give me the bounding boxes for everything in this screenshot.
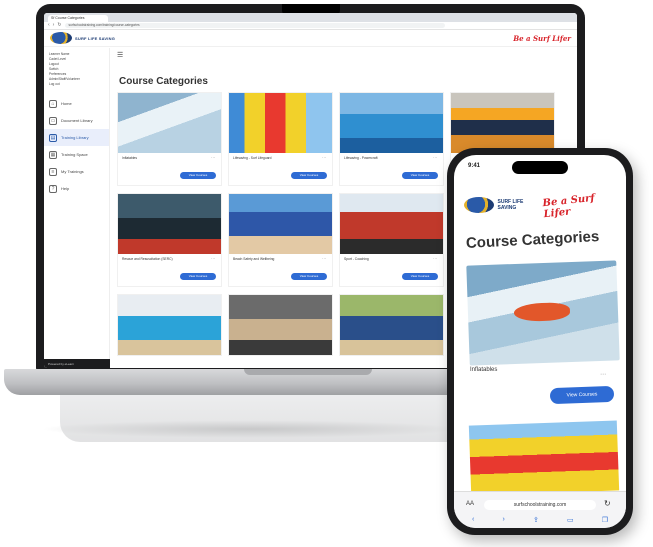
sidebar-item-home[interactable]: ⌂ Home <box>44 95 109 112</box>
phone: 9:41 SURF LIFE SAVING Be a Surf Lifer Co… <box>447 148 633 535</box>
category-card[interactable]: Sport - Coaching ⋯ View Courses <box>340 194 443 286</box>
library-icon: ▤ <box>49 133 57 142</box>
category-image[interactable] <box>229 295 332 355</box>
phone-page-title: Course Categories <box>465 228 600 252</box>
category-name: Lifesaving - Powercraft <box>344 156 378 160</box>
phone-address-field[interactable]: surfschoolstraining.com <box>484 500 596 510</box>
more-options-icon[interactable]: ⋯ <box>211 256 215 261</box>
category-image[interactable] <box>229 194 332 254</box>
category-image[interactable] <box>466 260 620 366</box>
home-icon: ⌂ <box>49 99 57 108</box>
bookmarks-icon[interactable]: ▭ <box>567 516 574 524</box>
view-courses-button[interactable]: View Courses <box>402 273 438 280</box>
phone-toolbar: ‹ › ⇪ ▭ ❐ <box>472 516 608 524</box>
sidebar-item-label: My Trainings <box>61 169 84 174</box>
sidebar-item-my-trainings[interactable]: ≡ My Trainings <box>44 163 109 180</box>
category-name: Lifesaving - Surf Lifeguard <box>233 156 272 160</box>
brand-name: SURF LIFE SAVING <box>497 199 524 211</box>
browser-address-bar: ‹ › ↻ surfschoolstraining.com/training/c… <box>44 22 577 30</box>
reload-icon[interactable]: ↻ <box>604 499 611 508</box>
brand-logo[interactable] <box>464 197 494 213</box>
more-options-icon[interactable]: ⋯ <box>600 371 606 378</box>
category-image[interactable] <box>451 93 554 153</box>
brand-tagline: Be a Surf Lifer <box>513 33 571 43</box>
url-field[interactable]: surfschoolstraining.com/training/course-… <box>64 23 445 28</box>
category-image[interactable] <box>118 295 221 355</box>
category-card[interactable]: Lifesaving - Powercraft ⋯ View Courses <box>340 93 443 185</box>
tabs-icon[interactable]: ❐ <box>602 516 608 524</box>
laptop-opening-groove <box>244 369 372 375</box>
category-name: Sport - Coaching <box>344 257 369 261</box>
page-title: Course Categories <box>119 76 208 87</box>
phone-screen: 9:41 SURF LIFE SAVING Be a Surf Lifer Co… <box>454 155 626 528</box>
back-icon[interactable]: ‹ <box>48 23 50 28</box>
category-image[interactable] <box>118 194 221 254</box>
phone-browser-bar: AA surfschoolstraining.com ↻ ‹ › ⇪ ▭ ❐ <box>454 491 626 528</box>
sidebar-footer: Powered by eLearn <box>44 359 110 368</box>
sidebar: Learner Name Cadet Level Logout Switch P… <box>44 48 110 368</box>
sidebar-item-document-library[interactable]: ▭ Document Library <box>44 112 109 129</box>
calendar-icon: ▦ <box>49 150 57 159</box>
sidebar-item-training-library[interactable]: ▤ Training Library <box>44 129 109 146</box>
view-courses-button[interactable]: View Courses <box>180 172 216 179</box>
reader-settings-button[interactable]: AA <box>466 501 474 507</box>
more-options-icon[interactable]: ⋯ <box>322 155 326 160</box>
reload-icon[interactable]: ↻ <box>57 23 61 28</box>
view-courses-button[interactable]: View Courses <box>402 172 438 179</box>
category-card[interactable]: Lifesaving - Surf Lifeguard ⋯ View Cours… <box>229 93 332 185</box>
category-card[interactable]: Inflatables ⋯ View Courses <box>118 93 221 185</box>
app-header: SURF LIFE SAVING Be a Surf Lifer <box>44 30 577 47</box>
view-courses-button[interactable]: View Courses <box>291 273 327 280</box>
category-image[interactable] <box>118 93 221 153</box>
phone-status-time: 9:41 <box>468 163 481 169</box>
view-courses-button[interactable]: View Courses <box>180 273 216 280</box>
category-name: Inflatables <box>122 156 138 160</box>
share-icon[interactable]: ⇪ <box>533 516 539 524</box>
sidebar-item-training-space[interactable]: ▦ Training Space <box>44 146 109 163</box>
category-image[interactable] <box>340 295 443 355</box>
user-info: Learner Name Cadet Level Logout Switch P… <box>44 48 109 87</box>
more-options-icon[interactable]: ⋯ <box>211 155 215 160</box>
view-courses-button[interactable]: View Courses <box>291 172 327 179</box>
back-icon[interactable]: ‹ <box>472 516 474 524</box>
category-card[interactable] <box>229 295 332 355</box>
forward-icon[interactable]: › <box>502 516 504 524</box>
sidebar-nav: ⌂ Home ▭ Document Library ▤ Training Lib… <box>44 95 109 197</box>
category-image[interactable] <box>340 194 443 254</box>
list-icon: ≡ <box>49 167 57 176</box>
more-options-icon[interactable]: ⋯ <box>322 256 326 261</box>
more-options-icon[interactable]: ⋯ <box>433 155 437 160</box>
brand-logo[interactable] <box>50 32 72 44</box>
phone-dynamic-island <box>512 161 568 174</box>
device-mockup-stage: Sf Course Categories ‹ › ↻ surfschoolstr… <box>0 0 653 547</box>
folder-icon: ▭ <box>49 116 57 125</box>
category-name: Beach Safety and Wellbeing <box>233 257 275 261</box>
sidebar-item-label: Help <box>61 186 70 191</box>
browser-tab-bar: Sf Course Categories <box>44 13 577 22</box>
help-icon: ? <box>49 184 57 193</box>
category-image[interactable] <box>229 93 332 153</box>
category-image[interactable] <box>340 93 443 153</box>
category-image[interactable] <box>468 420 620 496</box>
sidebar-item-help[interactable]: ? Help <box>44 180 109 197</box>
user-line[interactable]: Log out <box>49 82 104 87</box>
category-card[interactable] <box>118 295 221 355</box>
sidebar-item-label: Training Space <box>61 152 88 157</box>
category-card[interactable]: Beach Safety and Wellbeing ⋯ View Course… <box>229 194 332 286</box>
phone-app-header: SURF LIFE SAVING Be a Surf Lifer <box>464 191 624 221</box>
view-courses-button[interactable]: View Courses <box>549 385 615 405</box>
category-card[interactable]: Rescue and Resuscitation (SERC) ⋯ View C… <box>118 194 221 286</box>
brand-tagline: Be a Surf Lifer <box>541 192 596 221</box>
brand-name: SURF LIFE SAVING <box>75 35 116 41</box>
category-name: Rescue and Resuscitation (SERC) <box>122 257 173 261</box>
category-card[interactable] <box>340 295 443 355</box>
category-name: Inflatables <box>470 367 498 373</box>
boat-shape <box>513 302 571 323</box>
sidebar-item-label: Training Library <box>61 135 89 140</box>
browser-tab[interactable]: Sf Course Categories <box>48 15 108 22</box>
more-options-icon[interactable]: ⋯ <box>433 256 437 261</box>
forward-icon[interactable]: › <box>53 23 55 28</box>
sidebar-item-label: Document Library <box>61 118 93 123</box>
sidebar-item-label: Home <box>61 101 72 106</box>
